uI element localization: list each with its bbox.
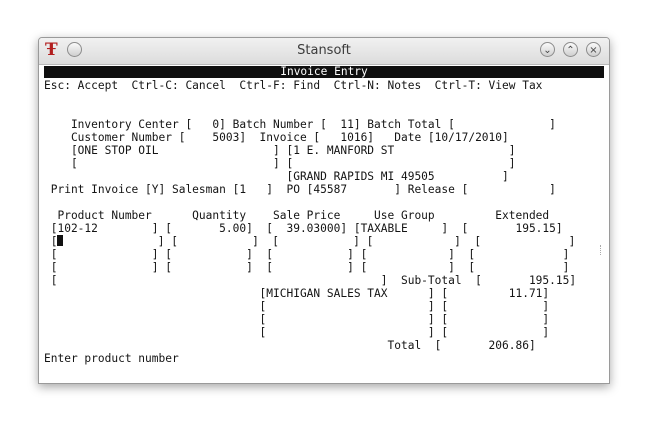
row-open-bracket: [ bbox=[44, 235, 58, 248]
minimize-button[interactable]: ⌄ bbox=[540, 42, 555, 57]
table-row[interactable]: [102-12 ] [ 5.00] [ 39.03000] [TAXABLE ]… bbox=[44, 222, 563, 235]
key-hints: Esc: Accept Ctrl-C: Cancel Ctrl-F: Find … bbox=[44, 79, 543, 92]
table-row[interactable]: [ ] [ ] [ ] [ ] [ ] bbox=[44, 261, 570, 274]
maximize-button[interactable]: ⌃ bbox=[563, 42, 578, 57]
form-line-name-address[interactable]: [ONE STOP OIL ] [1 E. MANFORD ST ] bbox=[44, 144, 516, 157]
subtotal-row[interactable]: [ ] Sub-Total [ 195.15] bbox=[44, 274, 576, 287]
table-row-active[interactable]: [ ] [ ] [ ] [ ] [ ] bbox=[44, 235, 575, 248]
form-line-inventory[interactable]: Inventory Center [ 0] Batch Number [ 11]… bbox=[44, 118, 556, 131]
screen-header: Invoice Entry bbox=[44, 66, 604, 78]
status-line: Enter product number bbox=[44, 352, 179, 365]
scroll-indicator[interactable] bbox=[600, 245, 604, 255]
form-line-customer[interactable]: Customer Number [ 5003] Invoice [ 1016] … bbox=[44, 131, 509, 144]
form-line-city[interactable]: [GRAND RAPIDS MI 49505 ] bbox=[44, 170, 508, 183]
close-button[interactable]: × bbox=[586, 42, 601, 57]
tax-row[interactable]: [ ] [ ] bbox=[44, 326, 550, 339]
terminal-area[interactable]: Invoice Entry Esc: Accept Ctrl-C: Cancel… bbox=[44, 65, 604, 380]
title-bar[interactable]: Ŧ Stansoft ⌄ ⌃ × bbox=[39, 38, 609, 65]
form-line-address2[interactable]: [ ] [ ] bbox=[44, 157, 516, 170]
table-header: Product Number Quantity Sale Price Use G… bbox=[44, 209, 550, 222]
tax-row[interactable]: [MICHIGAN SALES TAX ] [ 11.71] bbox=[44, 287, 550, 300]
form-line-print-salesman-po[interactable]: Print Invoice [Y] Salesman [1 ] PO [4558… bbox=[44, 183, 556, 196]
app-window: Ŧ Stansoft ⌄ ⌃ × Invoice Entry Esc: Acce… bbox=[38, 37, 610, 384]
window-title: Stansoft bbox=[297, 43, 351, 58]
table-row[interactable]: [ ] [ ] [ ] [ ] [ ] bbox=[44, 248, 570, 261]
tax-row[interactable]: [ ] [ ] bbox=[44, 300, 550, 313]
total-row: Total [ 206.86] bbox=[44, 339, 536, 352]
tax-row[interactable]: [ ] [ ] bbox=[44, 313, 550, 326]
row-fields[interactable]: ] [ ] [ ] [ ] [ ] bbox=[63, 235, 576, 248]
